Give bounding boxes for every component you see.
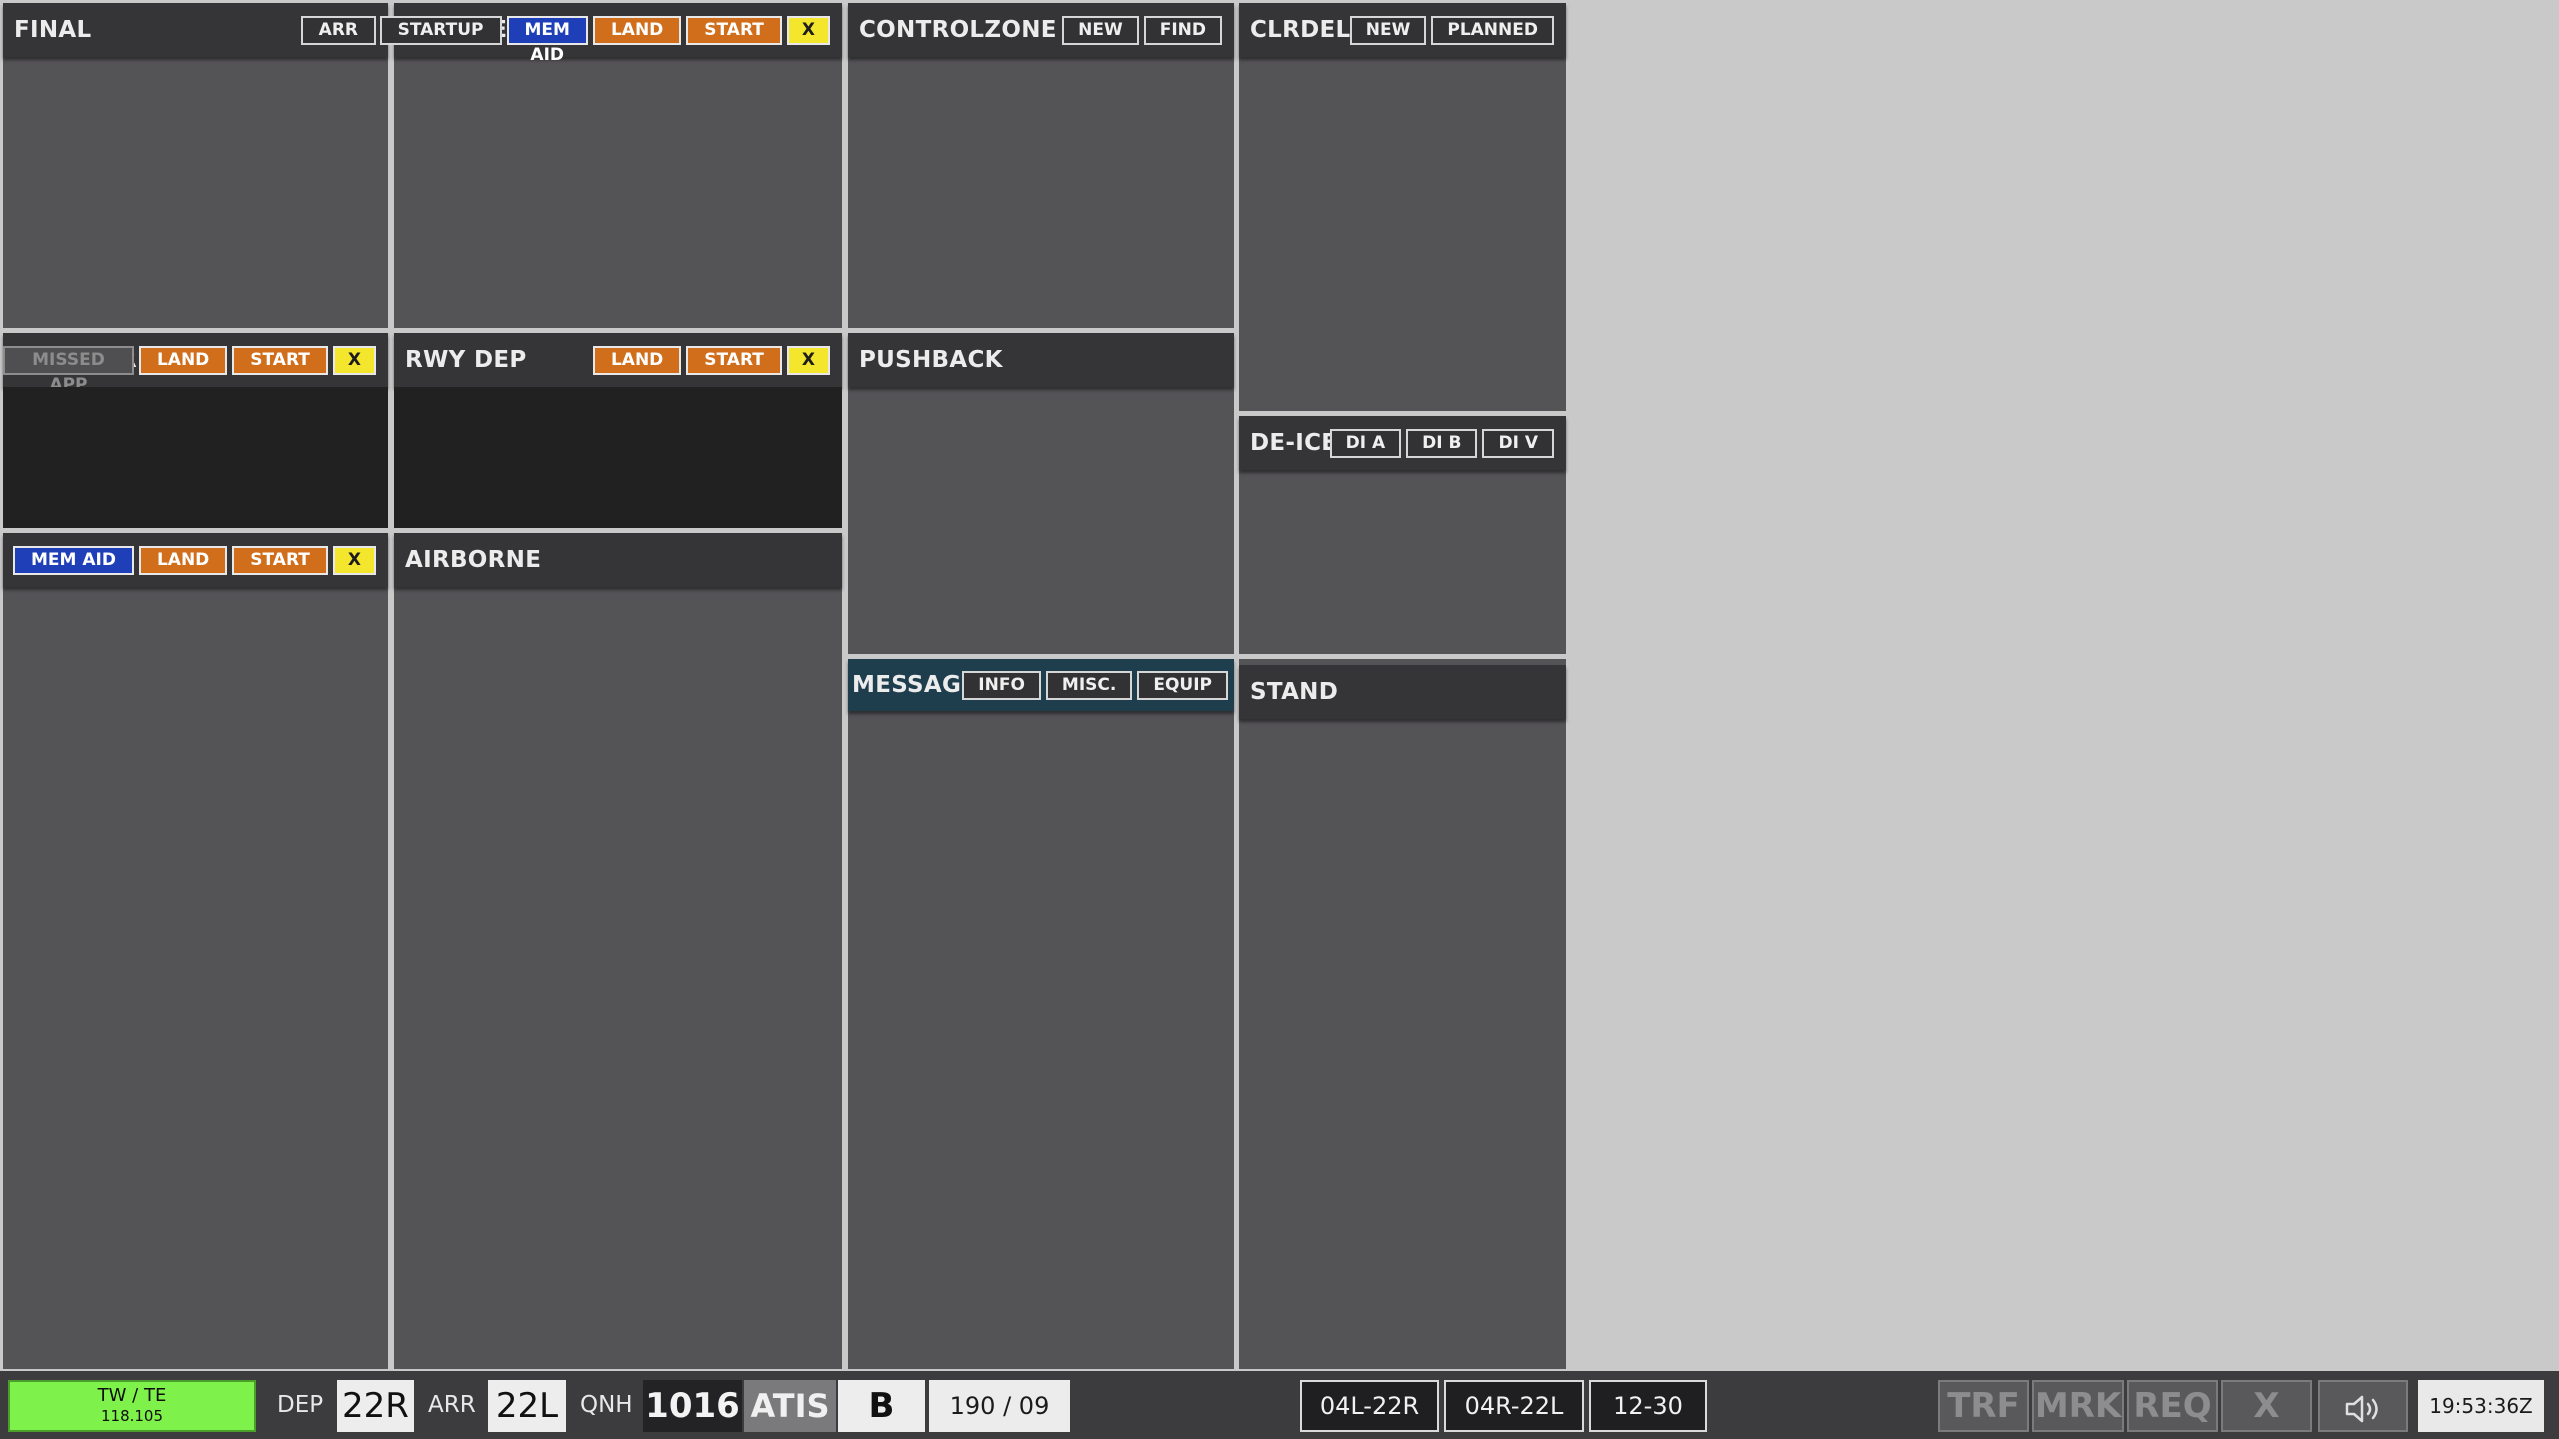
strip-list[interactable]	[848, 57, 1234, 328]
panel-header: CONTROLZONE NEW FIND	[848, 3, 1234, 57]
panel-title: CLRDEL	[1250, 17, 1351, 43]
position-indicator[interactable]: TW / TE 118.105	[8, 1380, 256, 1432]
runway-config-04l-22r[interactable]: 04L-22R	[1300, 1380, 1439, 1432]
qnh-label: QNH	[580, 1392, 633, 1418]
misc-button[interactable]: MISC.	[1045, 671, 1133, 700]
status-bar: TW / TE 118.105 DEP 22R ARR 22L QNH 1016…	[0, 1371, 2559, 1439]
position-name: TW / TE	[97, 1385, 167, 1406]
start-button[interactable]: START	[686, 16, 782, 45]
find-button[interactable]: FIND	[1143, 16, 1222, 45]
panel-header: CLRDEL NEW PLANNED	[1239, 3, 1566, 57]
mem-aid-button[interactable]: MEM AID	[12, 546, 134, 575]
strip-list[interactable]	[394, 587, 842, 1369]
x-button[interactable]: X	[786, 16, 830, 45]
arr-label: ARR	[428, 1392, 476, 1418]
start-button[interactable]: START	[232, 546, 328, 575]
panel-header: RWY ARR MISSED APP LAND START X	[3, 333, 388, 395]
x-button[interactable]: X	[786, 346, 830, 375]
panel-twy-arr: TWY ARR MEM AID LAND START X	[3, 533, 388, 1369]
panel-header: DE-ICE A DI A DI B DI V	[1239, 416, 1566, 470]
panel-header: AIRBORNE	[394, 533, 842, 587]
di-a-button[interactable]: DI A	[1329, 429, 1402, 458]
panel-header: MESSAGES INFO MISC. EQUIP	[848, 659, 1234, 711]
req-button[interactable]: REQ	[2127, 1380, 2218, 1432]
land-button[interactable]: LAND	[138, 546, 228, 575]
land-button[interactable]: LAND	[592, 16, 682, 45]
atis-label[interactable]: ATIS	[744, 1380, 836, 1432]
land-button[interactable]: LAND	[592, 346, 682, 375]
planned-button[interactable]: PLANNED	[1431, 16, 1554, 45]
strip-list[interactable]	[1239, 719, 1566, 1369]
runway-config-12-30[interactable]: 12-30	[1589, 1380, 1707, 1432]
panel-deice: DE-ICE A DI A DI B DI V	[1239, 416, 1566, 654]
x-button[interactable]: X	[332, 346, 376, 375]
missed-app-button[interactable]: MISSED APP	[3, 346, 134, 395]
strip-list[interactable]	[3, 587, 388, 1369]
panel-title: FINAL	[14, 17, 92, 43]
mrk-button[interactable]: MRK	[2032, 1380, 2124, 1432]
strip-list[interactable]	[394, 387, 842, 528]
panel-header: FINAL ARR	[3, 3, 388, 57]
panel-stand: STAND	[1239, 659, 1566, 1369]
strip-list[interactable]	[3, 387, 388, 528]
wind-value: 190 / 09	[929, 1380, 1070, 1432]
equip-button[interactable]: EQUIP	[1137, 671, 1228, 700]
utc-clock: 19:53:36Z	[2418, 1380, 2544, 1432]
strip-list[interactable]	[3, 57, 388, 328]
panel-rwy-dep: RWY DEP LAND START X	[394, 333, 842, 528]
panel-title: AIRBORNE	[405, 547, 542, 573]
panel-twy-dep: TWY DEP STARTUP MEM AID LAND START X	[379, 3, 842, 328]
position-frequency: 118.105	[100, 1407, 164, 1425]
strip-list[interactable]	[1239, 57, 1566, 411]
land-button[interactable]: LAND	[138, 346, 228, 375]
panel-pushback: PUSHBACK	[848, 333, 1234, 654]
strip-list[interactable]	[394, 57, 842, 328]
trf-button[interactable]: TRF	[1938, 1380, 2029, 1432]
panel-airborne: AIRBORNE	[394, 533, 842, 1369]
panel-title: PUSHBACK	[859, 347, 1003, 373]
start-button[interactable]: START	[686, 346, 782, 375]
strip-list[interactable]	[1239, 470, 1566, 654]
panel-header: STAND	[1239, 665, 1566, 719]
runway-config-04r-22l[interactable]: 04R-22L	[1444, 1380, 1584, 1432]
panel-title: RWY DEP	[405, 347, 527, 373]
panel-title: STAND	[1250, 679, 1339, 705]
dep-runway-value[interactable]: 22R	[337, 1380, 414, 1432]
x-button[interactable]: X	[332, 546, 376, 575]
speaker-icon	[2341, 1390, 2385, 1438]
startup-button[interactable]: STARTUP	[379, 16, 502, 45]
panel-header: RWY DEP LAND START X	[394, 333, 842, 387]
panel-clrdel: CLRDEL NEW PLANNED	[1239, 3, 1566, 411]
info-button[interactable]: INFO	[962, 671, 1041, 700]
panel-header: TWY ARR MEM AID LAND START X	[3, 533, 388, 587]
close-button[interactable]: X	[2221, 1380, 2312, 1432]
panel-rwy-arr: RWY ARR MISSED APP LAND START X	[3, 333, 388, 528]
panel-header: PUSHBACK	[848, 333, 1234, 387]
di-b-button[interactable]: DI B	[1406, 429, 1478, 458]
qnh-value: 1016	[643, 1380, 742, 1432]
panel-title: CONTROLZONE	[859, 17, 1057, 43]
arr-button[interactable]: ARR	[300, 16, 376, 45]
panel-final: FINAL ARR	[3, 3, 388, 328]
new-button[interactable]: NEW	[1349, 16, 1427, 45]
dep-label: DEP	[277, 1392, 324, 1418]
di-v-button[interactable]: DI V	[1482, 429, 1554, 458]
new-button[interactable]: NEW	[1062, 16, 1139, 45]
panel-messages: MESSAGES INFO MISC. EQUIP	[848, 659, 1234, 1369]
speaker-button[interactable]	[2318, 1380, 2408, 1432]
message-list[interactable]	[848, 711, 1234, 1369]
panel-header: TWY DEP STARTUP MEM AID LAND START X	[379, 3, 842, 65]
arr-runway-value[interactable]: 22L	[488, 1380, 566, 1432]
mem-aid-button[interactable]: MEM AID	[506, 16, 588, 65]
atis-code[interactable]: B	[838, 1380, 925, 1432]
panel-controlzone: CONTROLZONE NEW FIND	[848, 3, 1234, 328]
strip-list[interactable]	[848, 387, 1234, 654]
start-button[interactable]: START	[232, 346, 328, 375]
